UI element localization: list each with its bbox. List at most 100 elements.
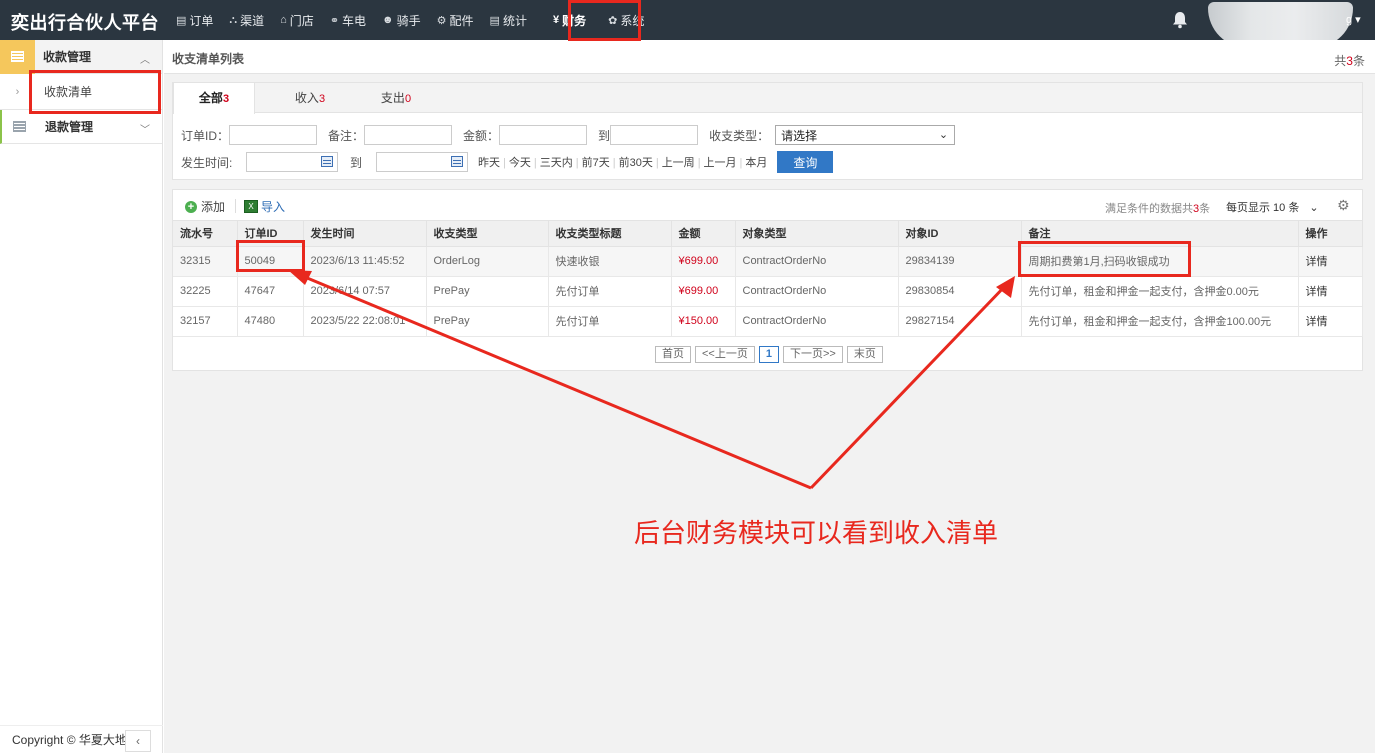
chevron-up-icon: ︿ <box>140 55 150 66</box>
settings-gear-icon[interactable]: ⚙ <box>1337 198 1351 212</box>
type-select-value: 请选择 <box>781 128 818 143</box>
sitemap-icon: ⛬ <box>229 13 238 26</box>
page-size-select[interactable]: 每页显示 10 条 ⌄ <box>1226 199 1319 215</box>
cell-object-id: 29834139 <box>898 246 1022 277</box>
cell-remark: 先付订单，租金和押金一起支付，含押金100.00元 <box>1021 306 1299 337</box>
nav-label: 车电 <box>342 13 367 28</box>
quick-range-links: 昨天 | 今天 | 三天内 | 前7天 | 前30天 | 上一周 | 上一月 | 本月 <box>478 157 768 169</box>
type-label: 收支类型： <box>709 128 770 143</box>
col-amount[interactable]: 金额 <box>671 221 736 247</box>
chart-icon: ▤ <box>489 14 500 27</box>
order-id-input[interactable] <box>229 125 318 145</box>
first-page-button[interactable]: 首页 <box>655 346 691 363</box>
nav-label: 统计 <box>502 13 527 28</box>
cell-object-id: 29827154 <box>898 306 1022 337</box>
chevron-down-icon: ⌄ <box>1309 202 1319 214</box>
type-select[interactable]: 请选择 ⌄ <box>775 125 956 145</box>
nav-parts[interactable]: ⚙ 配件 <box>429 0 482 40</box>
remark-input[interactable] <box>364 125 453 145</box>
prev-page-button[interactable]: <<上一页 <box>695 346 755 363</box>
amount-max-input[interactable] <box>610 125 699 145</box>
table-row[interactable]: 32157 47480 2023/5/22 22:08:01 PrePay 先付… <box>173 306 1363 337</box>
quick-today[interactable]: 今天 <box>509 157 531 169</box>
tab-count: 3 <box>318 93 326 105</box>
sidebar-group-collections[interactable]: 收款管理 ︿ <box>0 39 162 74</box>
quick-30days[interactable]: 前30天 <box>619 157 653 169</box>
collapse-sidebar-button[interactable]: ‹ <box>125 730 151 752</box>
tab-all[interactable]: 全部3 <box>173 83 255 114</box>
add-button[interactable]: + 添加 <box>185 198 225 215</box>
quick-3days[interactable]: 三天内 <box>540 157 573 169</box>
tab-count: 3 <box>222 93 230 105</box>
count-suffix: 条 <box>1352 54 1365 68</box>
next-page-button[interactable]: 下一页>> <box>782 346 843 363</box>
quick-yesterday[interactable]: 昨天 <box>478 157 500 169</box>
col-type-title[interactable]: 收支类型标题 <box>548 221 672 247</box>
quick-this-month[interactable]: 本月 <box>745 157 767 169</box>
bicycle-icon: ⚭ <box>329 14 340 27</box>
nav-stats[interactable]: ▤ 统计 <box>482 0 535 40</box>
count-prefix: 共 <box>1334 54 1347 68</box>
home-icon: ⌂ <box>280 14 287 26</box>
start-date-input[interactable] <box>246 152 338 172</box>
nav-orders[interactable]: ▤ 订单 <box>168 0 221 40</box>
cell-order-id: 47480 <box>237 306 304 337</box>
cell-remark: 先付订单，租金和押金一起支付，含押金0.00元 <box>1021 276 1299 307</box>
amount-min-input[interactable] <box>499 125 588 145</box>
page-title: 收支清单列表 <box>172 52 245 66</box>
col-type[interactable]: 收支类型 <box>426 221 549 247</box>
main-content: 收支清单列表 共3条 全部3 收入3 支出0 订单ID： 备注： 金额： 到 收… <box>164 40 1375 753</box>
highlight-remark <box>1018 241 1191 277</box>
count-value: 3 <box>1346 54 1353 68</box>
list-icon <box>0 39 35 74</box>
table-row[interactable]: 32225 47647 2023/6/14 07:57 PrePay 先付订单 … <box>173 276 1363 307</box>
highlight-finance-nav <box>568 0 641 41</box>
nav-riders[interactable]: ☻ 骑手 <box>374 0 429 40</box>
cell-amount: ¥699.00 <box>671 276 736 307</box>
cell-type: OrderLog <box>426 246 549 277</box>
col-time[interactable]: 发生时间 <box>303 221 427 247</box>
pagination: 首页 <<上一页 1 下一页>> 末页 <box>655 346 883 363</box>
time-label: 发生时间: <box>181 155 233 170</box>
sidebar-group-label: 退款管理 <box>45 120 94 134</box>
list-panel: + 添加 X 导入 满足条件的数据共3条 每页显示 10 条 ⌄ ⚙ 流水号 订单ID… <box>172 189 1363 371</box>
nav-label: 门店 <box>289 13 314 28</box>
cell-object-type: ContractOrderNo <box>735 276 899 307</box>
current-page-button[interactable]: 1 <box>758 346 779 363</box>
col-object-type[interactable]: 对象类型 <box>735 221 899 247</box>
quick-last-week[interactable]: 上一周 <box>662 157 695 169</box>
calendar-icon[interactable] <box>321 156 333 167</box>
detail-link[interactable]: 详情 <box>1298 306 1363 337</box>
users-icon: ☻ <box>382 14 394 26</box>
query-button[interactable]: 查询 <box>777 151 834 173</box>
bell-icon[interactable] <box>1172 11 1188 29</box>
col-object-id[interactable]: 对象ID <box>898 221 1022 247</box>
detail-link[interactable]: 详情 <box>1298 276 1363 307</box>
sidebar-group-refunds[interactable]: 退款管理 ﹀ <box>0 110 162 144</box>
yen-icon: ¥ <box>552 14 560 26</box>
cell-type: PrePay <box>426 306 549 337</box>
col-serial[interactable]: 流水号 <box>173 221 238 247</box>
import-button[interactable]: X 导入 <box>244 198 285 215</box>
import-label: 导入 <box>261 200 286 214</box>
detail-link[interactable]: 详情 <box>1298 246 1363 277</box>
tab-expense[interactable]: 支出0 <box>355 83 437 113</box>
quick-7days[interactable]: 前7天 <box>582 157 610 169</box>
filter-panel: 全部3 收入3 支出0 订单ID： 备注： 金额： 到 收支类型： 请选择 ⌄ 发… <box>172 82 1363 180</box>
nav-stores[interactable]: ⌂ 门店 <box>272 0 322 40</box>
cogs-icon: ⚙ <box>436 14 447 27</box>
tab-income[interactable]: 收入3 <box>269 83 351 113</box>
highlight-collection-list <box>29 70 161 114</box>
user-menu-caret[interactable]: g ▾ <box>1346 13 1361 26</box>
last-page-button[interactable]: 末页 <box>846 346 883 363</box>
quick-last-month[interactable]: 上一月 <box>704 157 737 169</box>
nav-vehicles[interactable]: ⚭ 车电 <box>322 0 374 40</box>
cell-object-type: ContractOrderNo <box>735 306 899 337</box>
filter-row-2: 发生时间: 到 昨天 | 今天 | 三天内 | 前7天 | 前30天 | 上一周 | 上一月 | 本月 查询 <box>181 151 834 173</box>
nav-label: 订单 <box>189 13 214 28</box>
end-date-input[interactable] <box>376 152 469 172</box>
col-action: 操作 <box>1298 221 1363 247</box>
calendar-icon[interactable] <box>451 156 464 167</box>
to-label: 到 <box>598 128 611 143</box>
nav-channels[interactable]: ⛬ 渠道 <box>221 0 272 40</box>
